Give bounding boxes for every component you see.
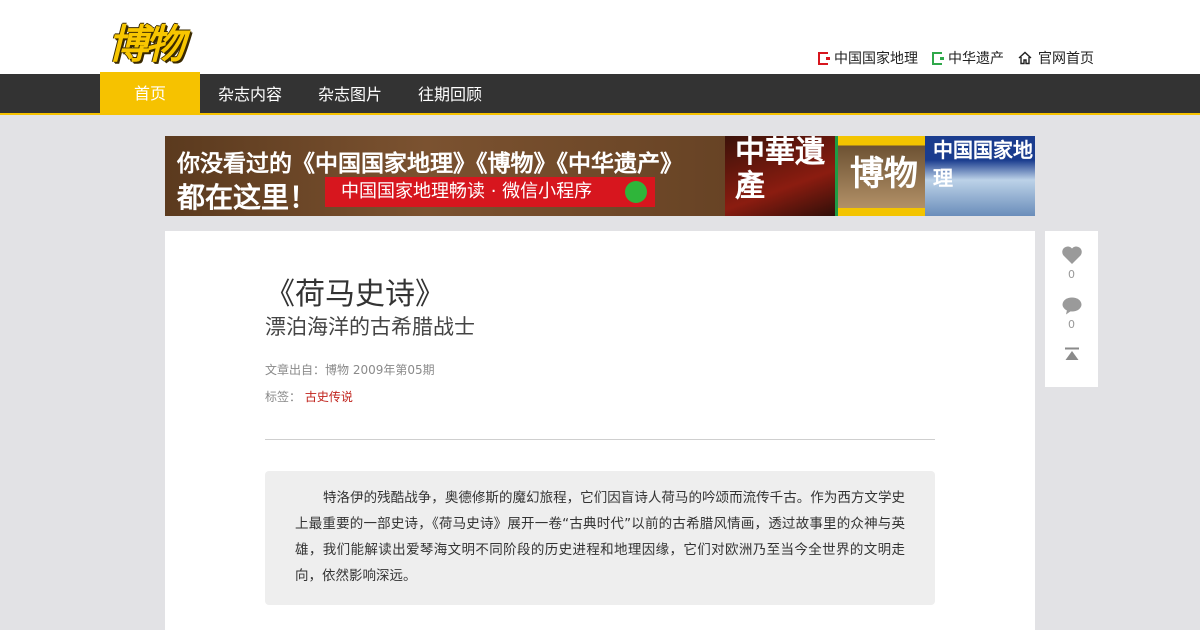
- nav-item-magazine-images[interactable]: 杂志图片: [300, 74, 400, 115]
- magazine-cover-bowu: 博物: [835, 136, 930, 216]
- nav-item-magazine-content[interactable]: 杂志内容: [200, 74, 300, 115]
- magazine-cover-geography: 中国国家地理: [925, 136, 1035, 216]
- link-chinese-heritage-label: 中华遗产: [948, 51, 1004, 67]
- top-links: 中国国家地理 中华遗产 官网首页: [818, 48, 1094, 68]
- article-title: 《荷马史诗》: [265, 277, 445, 312]
- top-header: 博物 中国国家地理 中华遗产 官网首页: [0, 0, 1200, 74]
- article-source: 文章出自：博物 2009年第05期: [265, 363, 435, 377]
- article-tags: 标签： 古史传说: [265, 388, 353, 405]
- link-national-geography[interactable]: 中国国家地理: [818, 48, 918, 68]
- link-official-home[interactable]: 官网首页: [1018, 48, 1094, 68]
- site-logo[interactable]: 博物: [108, 12, 185, 70]
- article-subtitle: 漂泊海洋的古希腊战士: [265, 315, 475, 339]
- back-to-top-button[interactable]: [1045, 346, 1098, 365]
- brand-mark-icon: [818, 51, 830, 65]
- banner-pill-label: 中国国家地理畅读 · 微信小程序: [341, 181, 593, 202]
- nav-item-home[interactable]: 首页: [100, 72, 200, 115]
- main-nav: 首页 杂志内容 杂志图片 往期回顾: [100, 72, 500, 115]
- link-national-geography-label: 中国国家地理: [834, 51, 918, 67]
- link-chain-icon: [625, 181, 647, 203]
- article-card: 《荷马史诗》 漂泊海洋的古希腊战士 文章出自：博物 2009年第05期 标签： …: [165, 231, 1035, 630]
- tags-label: 标签：: [265, 390, 302, 404]
- link-chinese-heritage[interactable]: 中华遗产: [932, 48, 1004, 68]
- comment-button[interactable]: 0: [1045, 297, 1098, 331]
- tag-link[interactable]: 古史传说: [305, 390, 353, 404]
- article-summary: 特洛伊的残酷战争，奥德修斯的魔幻旅程，它们因盲诗人荷马的吟颂而流传千古。作为西方…: [265, 471, 935, 605]
- heart-icon: [1061, 246, 1082, 264]
- back-to-top-icon: [1064, 347, 1079, 360]
- comment-icon: [1062, 297, 1081, 315]
- magazine-cover-heritage: 中華遺產: [725, 136, 843, 216]
- like-count: 0: [1068, 268, 1075, 281]
- banner-mini-program-pill: 中国国家地理畅读 · 微信小程序: [325, 177, 655, 207]
- divider: [265, 439, 935, 440]
- link-official-home-label: 官网首页: [1038, 51, 1094, 67]
- banner-subheadline: 都在这里！: [177, 181, 318, 214]
- side-actions: 0 0: [1045, 231, 1098, 387]
- comment-count: 0: [1068, 318, 1075, 331]
- promo-banner[interactable]: 你没看过的《中国国家地理》《博物》《中华遗产》 都在这里！ 中国国家地理畅读 ·…: [165, 136, 1035, 216]
- home-icon: [1018, 51, 1032, 65]
- brand-mark-icon: [932, 51, 944, 65]
- nav-item-past-issues[interactable]: 往期回顾: [400, 74, 500, 115]
- banner-headline: 你没看过的《中国国家地理》《博物》《中华遗产》: [177, 151, 683, 177]
- like-button[interactable]: 0: [1045, 245, 1098, 281]
- main-nav-bar: 首页 杂志内容 杂志图片 往期回顾: [0, 72, 1200, 115]
